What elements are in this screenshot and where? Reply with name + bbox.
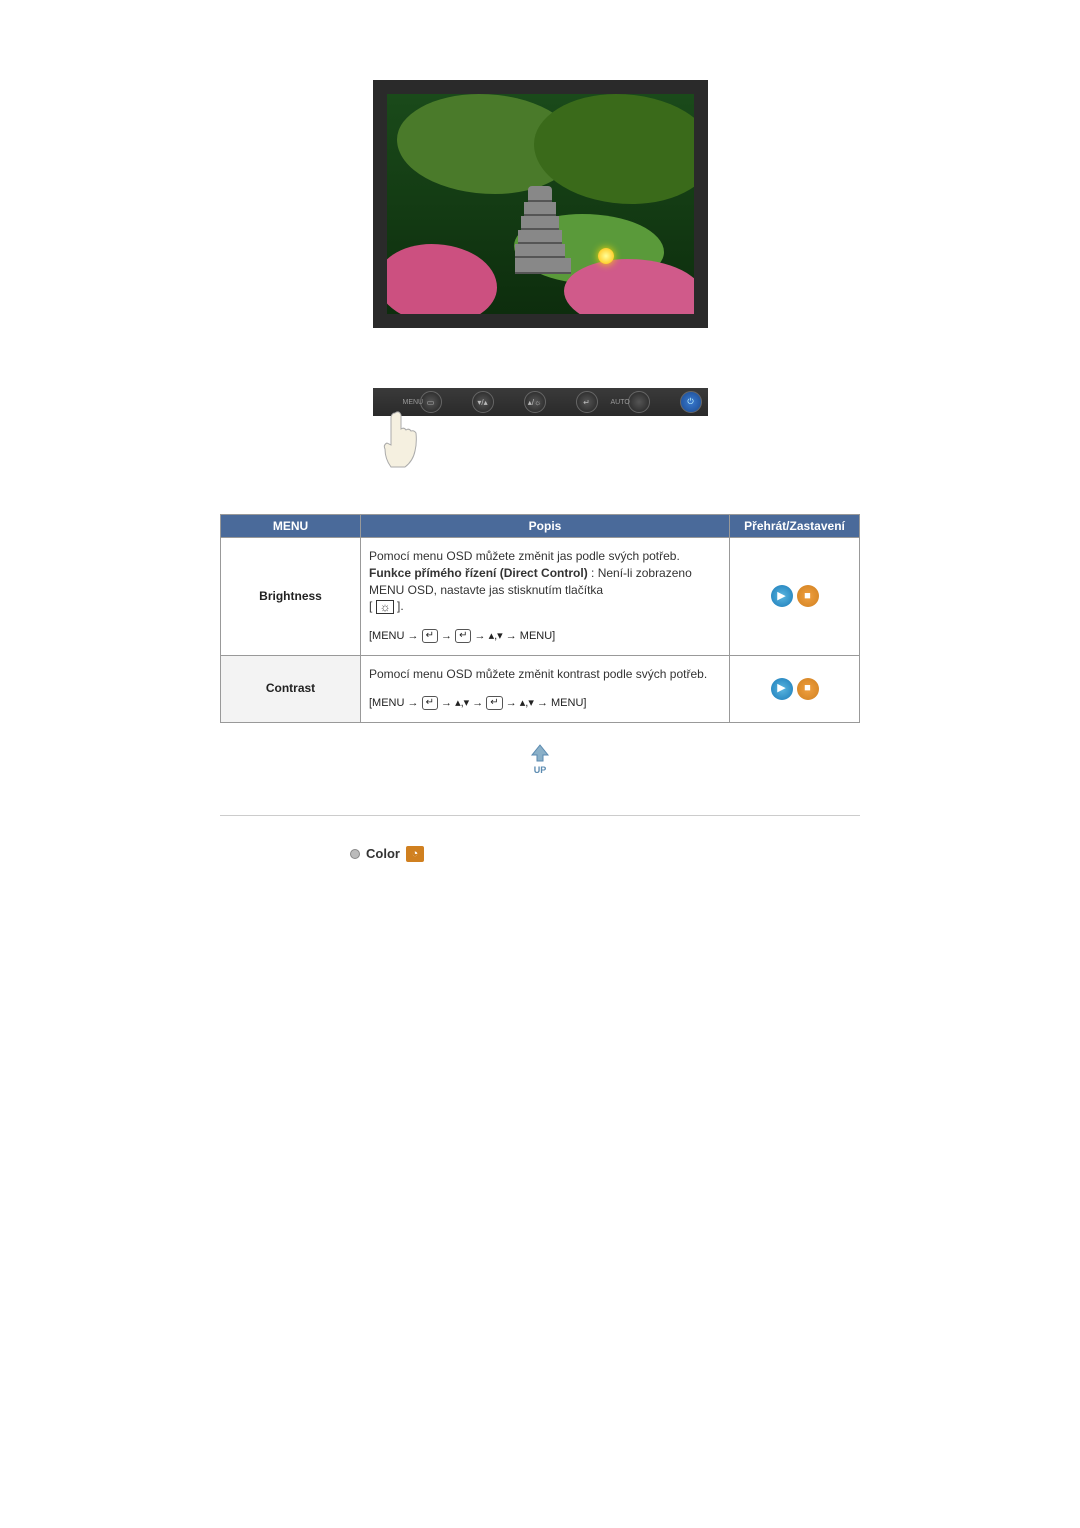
table-row: Contrast Pomocí menu OSD můžete změnit k… bbox=[221, 655, 860, 722]
enter-button-icon: ↵ bbox=[576, 391, 598, 413]
auto-button-icon: AUTO bbox=[628, 391, 650, 413]
section-heading-color: Color ◔ bbox=[350, 846, 910, 1402]
down-up-button-icon: ▾/▴ bbox=[472, 391, 494, 413]
row-desc: Pomocí menu OSD můžete změnit jas podle … bbox=[361, 538, 730, 656]
row-menu-label: Contrast bbox=[221, 655, 361, 722]
enter-icon: ↵ bbox=[422, 629, 438, 643]
enter-icon: ↵ bbox=[422, 696, 438, 710]
up-arrow-icon bbox=[526, 743, 554, 763]
stop-button[interactable]: ■ bbox=[797, 585, 819, 607]
color-badge-icon: ◔ bbox=[406, 846, 424, 862]
menu-button-icon: MENU▭ bbox=[420, 391, 442, 413]
play-button[interactable]: ▶ bbox=[771, 585, 793, 607]
divider bbox=[220, 815, 860, 816]
section-title: Color bbox=[366, 846, 400, 861]
monitor-screen bbox=[387, 94, 694, 314]
bullet-icon bbox=[350, 849, 360, 859]
col-desc: Popis bbox=[361, 515, 730, 538]
brightness-button-icon: ▴/☼ bbox=[524, 391, 546, 413]
col-play: Přehrát/Zastavení bbox=[730, 515, 860, 538]
enter-icon: ↵ bbox=[455, 629, 471, 643]
table-row: Brightness Pomocí menu OSD můžete změnit… bbox=[221, 538, 860, 656]
row-menu-label: Brightness bbox=[221, 538, 361, 656]
osd-settings-table: MENU Popis Přehrát/Zastavení Brightness … bbox=[220, 514, 860, 723]
enter-icon: ↵ bbox=[486, 696, 502, 710]
monitor-button-bar: MENU▭ ▾/▴ ▴/☼ ↵ AUTO ⏻ bbox=[373, 388, 708, 474]
nav-sequence: [MENU → ↵ → ▴,▾ → ↵ → ▴,▾ → MENU] bbox=[369, 696, 721, 711]
stop-button[interactable]: ■ bbox=[797, 678, 819, 700]
brightness-icon bbox=[376, 600, 394, 614]
up-link[interactable]: UP bbox=[520, 743, 560, 775]
monitor-preview bbox=[373, 80, 708, 328]
nav-sequence: [MENU → ↵ → ↵ → ▴,▾ → MENU] bbox=[369, 629, 721, 644]
row-desc: Pomocí menu OSD můžete změnit kontrast p… bbox=[361, 655, 730, 722]
pointing-hand-icon bbox=[383, 411, 433, 471]
col-menu: MENU bbox=[221, 515, 361, 538]
row-media: ▶ ■ bbox=[730, 655, 860, 722]
power-button-icon: ⏻ bbox=[680, 391, 702, 413]
play-button[interactable]: ▶ bbox=[771, 678, 793, 700]
row-media: ▶ ■ bbox=[730, 538, 860, 656]
